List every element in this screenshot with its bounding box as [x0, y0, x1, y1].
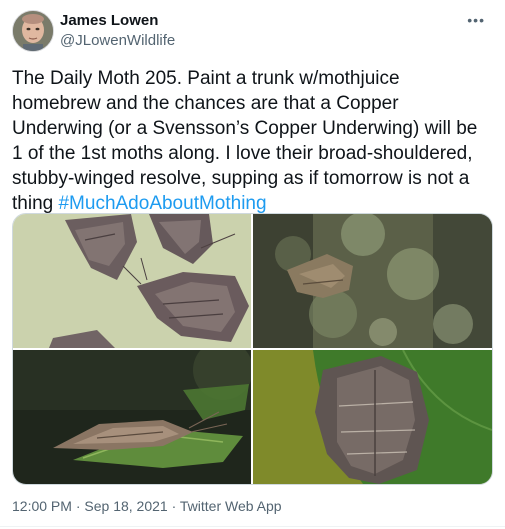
author-handle[interactable]: @JLowenWildlife	[60, 32, 175, 49]
meta-separator: ·	[167, 498, 180, 514]
more-options-icon[interactable]: •••	[467, 12, 485, 28]
meta-separator: ·	[71, 498, 85, 514]
moth-photo-on-leaf[interactable]	[13, 350, 251, 484]
tweet-date[interactable]: Sep 18, 2021	[84, 498, 167, 514]
avatar-photo	[13, 11, 53, 51]
divider	[0, 526, 505, 527]
moth-photo-lichen-bark[interactable]	[253, 214, 492, 348]
tweet-source[interactable]: Twitter Web App	[180, 498, 282, 514]
author-display-name[interactable]: James Lowen	[60, 12, 158, 29]
moth-photo-pale-background[interactable]	[13, 214, 251, 348]
hashtag-link[interactable]: #MuchAdoAboutMothing	[58, 193, 266, 214]
tweet-card: James Lowen @JLowenWildlife ••• The Dail…	[0, 0, 505, 529]
media-grid	[12, 213, 493, 485]
moth-photo-green-leaf[interactable]	[253, 350, 492, 484]
tweet-text: The Daily Moth 205. Paint a trunk w/moth…	[12, 66, 488, 216]
tweet-time[interactable]: 12:00 PM	[12, 498, 72, 514]
author-avatar[interactable]	[12, 10, 54, 52]
tweet-metadata: 12:00 PM · Sep 18, 2021 · Twitter Web Ap…	[12, 498, 282, 514]
